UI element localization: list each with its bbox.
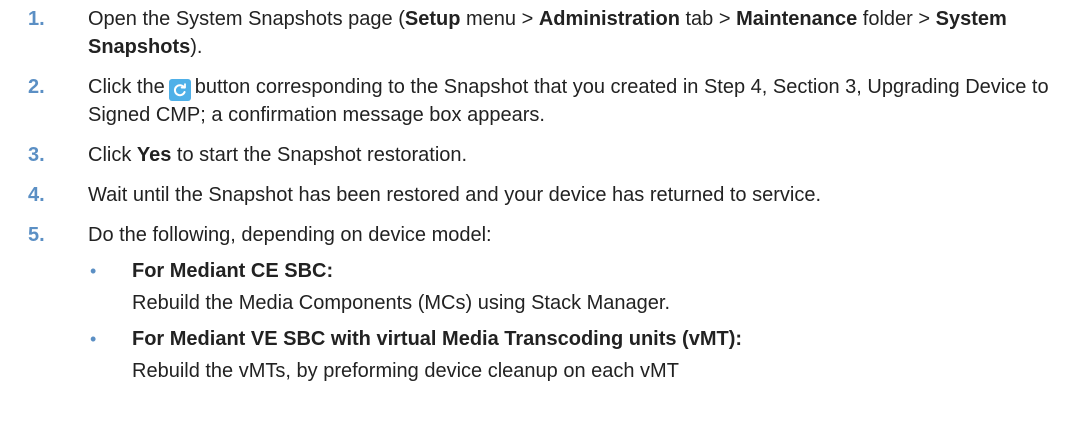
step-text: Wait until the Snapshot has been restore… (88, 184, 822, 206)
step-text: Open the System Snapshots page (Setup me… (88, 5, 1060, 61)
step-text: Click Yes to start the Snapshot restorat… (88, 141, 1060, 169)
text-span: button corresponding to the Snapshot tha… (88, 76, 1049, 126)
bullet-icon: • (90, 329, 97, 349)
text-span: to start the Snapshot restoration. (171, 144, 468, 166)
step-number: 4. (28, 184, 45, 206)
bullet-body: Rebuild the vMTs, by preforming device c… (132, 360, 679, 382)
text-span: tab > (679, 8, 737, 30)
step-5: 5. Do the following, depending on device… (28, 221, 1060, 249)
text-span: folder > (857, 8, 936, 30)
bullet-icon: • (90, 261, 97, 281)
bullet-item: • For Mediant VE SBC with virtual Media … (88, 325, 1060, 353)
text-span: Click (88, 144, 137, 166)
step-number: 1. (28, 8, 45, 30)
text-span: menu > (460, 8, 539, 30)
step-number: 3. (28, 144, 45, 166)
text-span: Open the System Snapshots page ( (88, 8, 405, 30)
bullet-body: Rebuild the Media Components (MCs) using… (132, 292, 671, 314)
step-text: Click the button corresponding to the Sna… (88, 73, 1060, 129)
step-4: 4. Wait until the Snapshot has been rest… (28, 181, 1060, 209)
bold-span: Maintenance (736, 8, 858, 30)
document-body: 1. Open the System Snapshots page (Setup… (0, 0, 1080, 443)
step-text: Do the following, depending on device mo… (88, 224, 492, 246)
step-number: 5. (28, 224, 45, 246)
bold-span: Setup (404, 8, 461, 30)
bold-span: Administration (538, 8, 680, 30)
bullet-heading: For Mediant VE SBC with virtual Media Tr… (132, 328, 743, 350)
text-span: ). (190, 36, 203, 58)
bullet-item: • For Mediant CE SBC: (88, 257, 1060, 285)
step-2: 2. Click the button corresponding to the … (28, 73, 1060, 129)
step-1: 1. Open the System Snapshots page (Setup… (28, 5, 1060, 61)
bullet-heading: For Mediant CE SBC: (132, 260, 334, 282)
step-number: 2. (28, 76, 45, 98)
step-3: 3. Click Yes to start the Snapshot resto… (28, 141, 1060, 169)
refresh-icon (168, 79, 191, 101)
bold-span: Yes (136, 144, 172, 166)
text-span: Click the (88, 76, 165, 98)
